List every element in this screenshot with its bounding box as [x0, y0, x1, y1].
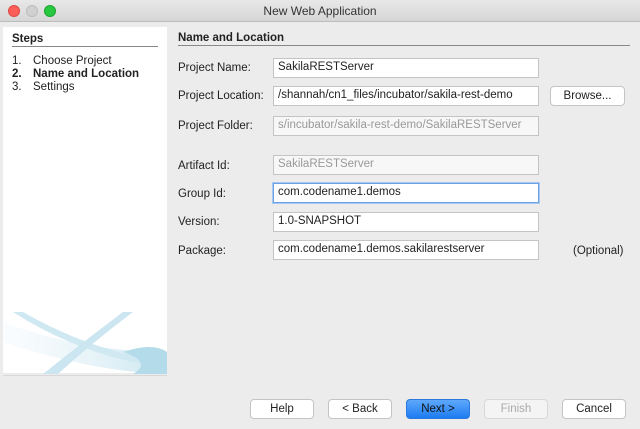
- step-label: Name and Location: [33, 68, 140, 80]
- artifact-id-input: SakilaRESTServer: [273, 155, 539, 175]
- step-number: 3.: [12, 81, 22, 93]
- step-number: 1.: [12, 55, 22, 67]
- back-button[interactable]: < Back: [328, 399, 392, 419]
- divider: [3, 375, 167, 376]
- decorative-swoosh-graphic: [3, 312, 167, 374]
- group-id-label: Group Id:: [178, 188, 226, 200]
- project-name-input[interactable]: SakilaRESTServer: [273, 58, 539, 78]
- finish-button: Finish: [484, 399, 548, 419]
- project-folder-label: Project Folder:: [178, 120, 253, 132]
- project-location-input[interactable]: /shannah/cn1_files/incubator/sakila-rest…: [273, 86, 539, 106]
- window-title: New Web Application: [263, 4, 377, 18]
- browse-button[interactable]: Browse...: [550, 86, 625, 106]
- artifact-id-label: Artifact Id:: [178, 160, 230, 172]
- cancel-button[interactable]: Cancel: [562, 399, 626, 419]
- project-name-label: Project Name:: [178, 62, 251, 74]
- help-button[interactable]: Help: [250, 399, 314, 419]
- package-input[interactable]: com.codename1.demos.sakilarestserver: [273, 240, 539, 260]
- version-input[interactable]: 1.0-SNAPSHOT: [273, 212, 539, 232]
- package-label: Package:: [178, 245, 226, 257]
- minimize-window-button[interactable]: [26, 5, 38, 17]
- step-settings: 3. Settings: [12, 81, 75, 93]
- step-choose-project: 1. Choose Project: [12, 55, 112, 67]
- step-label: Settings: [33, 81, 75, 93]
- next-button[interactable]: Next >: [406, 399, 470, 419]
- title-bar: New Web Application: [0, 0, 640, 22]
- project-location-label: Project Location:: [178, 90, 264, 102]
- step-label: Choose Project: [33, 55, 112, 67]
- group-id-input[interactable]: com.codename1.demos: [273, 183, 539, 203]
- steps-panel: Steps 1. Choose Project 2. Name and Locati…: [3, 27, 167, 374]
- zoom-window-button[interactable]: [44, 5, 56, 17]
- step-name-and-location: 2. Name and Location: [12, 68, 139, 80]
- project-folder-input: s/incubator/sakila-rest-demo/SakilaRESTS…: [273, 116, 539, 136]
- step-number: 2.: [12, 68, 22, 80]
- panel-heading: Name and Location: [178, 32, 630, 46]
- version-label: Version:: [178, 216, 220, 228]
- steps-heading: Steps: [12, 33, 158, 47]
- package-optional-note: (Optional): [573, 245, 624, 257]
- close-window-button[interactable]: [8, 5, 20, 17]
